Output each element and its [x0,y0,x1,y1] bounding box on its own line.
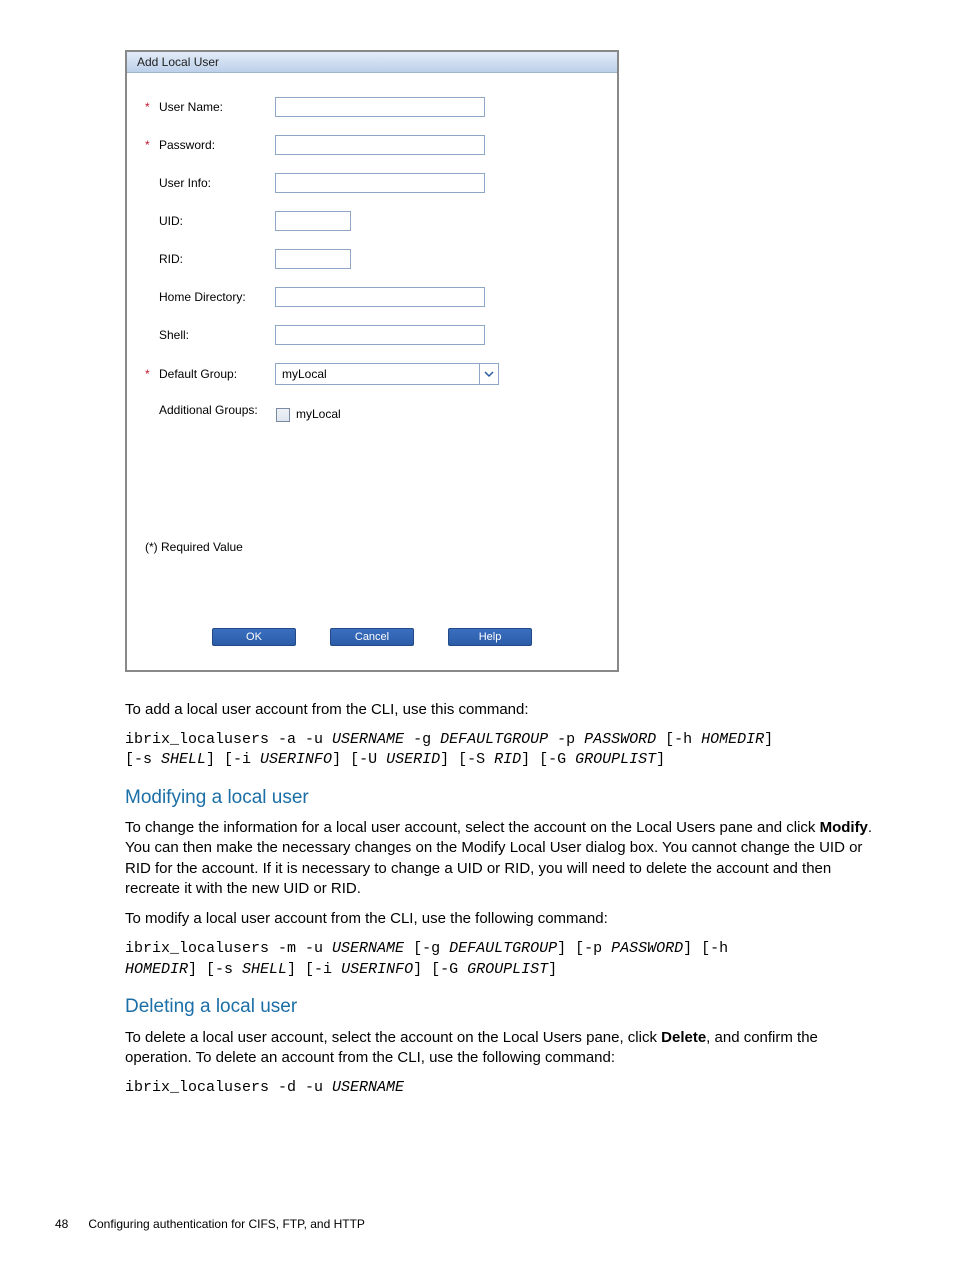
rid-label: RID: [159,252,275,266]
shell-input[interactable] [275,325,485,345]
additionalgroups-option[interactable]: myLocal [276,407,341,421]
required-value-note: (*) Required Value [145,440,599,604]
defaultgroup-label: Default Group: [159,367,275,381]
additionalgroups-label: Additional Groups: [159,403,275,417]
delete-heading: Deleting a local user [125,994,884,1020]
homedir-input[interactable] [275,287,485,307]
help-button[interactable]: Help [448,628,532,646]
required-marker: * [145,138,159,152]
password-input[interactable] [275,135,485,155]
username-input[interactable] [275,97,485,117]
modify-cli-intro: To modify a local user account from the … [125,909,884,929]
userinfo-input[interactable] [275,173,485,193]
footer-section-title: Configuring authentication for CIFS, FTP… [88,1217,365,1231]
add-cli-command: ibrix_localusers -a -u USERNAME -g DEFAU… [125,730,884,771]
modify-paragraph: To change the information for a local us… [125,818,884,899]
modify-cli-command: ibrix_localusers -m -u USERNAME [-g DEFA… [125,939,884,980]
page-footer: 48 Configuring authentication for CIFS, … [55,1217,365,1231]
rid-input[interactable] [275,249,351,269]
defaultgroup-select[interactable]: myLocal [275,363,499,385]
add-local-user-dialog: Add Local User * User Name: * Password: … [125,50,619,672]
chevron-down-icon[interactable] [479,364,498,384]
required-marker: * [145,367,159,381]
uid-label: UID: [159,214,275,228]
delete-cli-command: ibrix_localusers -d -u USERNAME [125,1078,884,1098]
add-cli-intro: To add a local user account from the CLI… [125,700,884,720]
page-number: 48 [55,1217,85,1231]
required-marker: * [145,100,159,114]
additionalgroups-option-label: myLocal [296,407,341,421]
modify-heading: Modifying a local user [125,785,884,811]
checkbox-icon[interactable] [276,408,290,422]
ok-button[interactable]: OK [212,628,296,646]
userinfo-label: User Info: [159,176,275,190]
defaultgroup-value: myLocal [276,364,479,384]
username-label: User Name: [159,100,275,114]
shell-label: Shell: [159,328,275,342]
dialog-title: Add Local User [127,52,617,73]
homedir-label: Home Directory: [159,290,275,304]
cancel-button[interactable]: Cancel [330,628,414,646]
password-label: Password: [159,138,275,152]
delete-paragraph: To delete a local user account, select t… [125,1028,884,1069]
uid-input[interactable] [275,211,351,231]
